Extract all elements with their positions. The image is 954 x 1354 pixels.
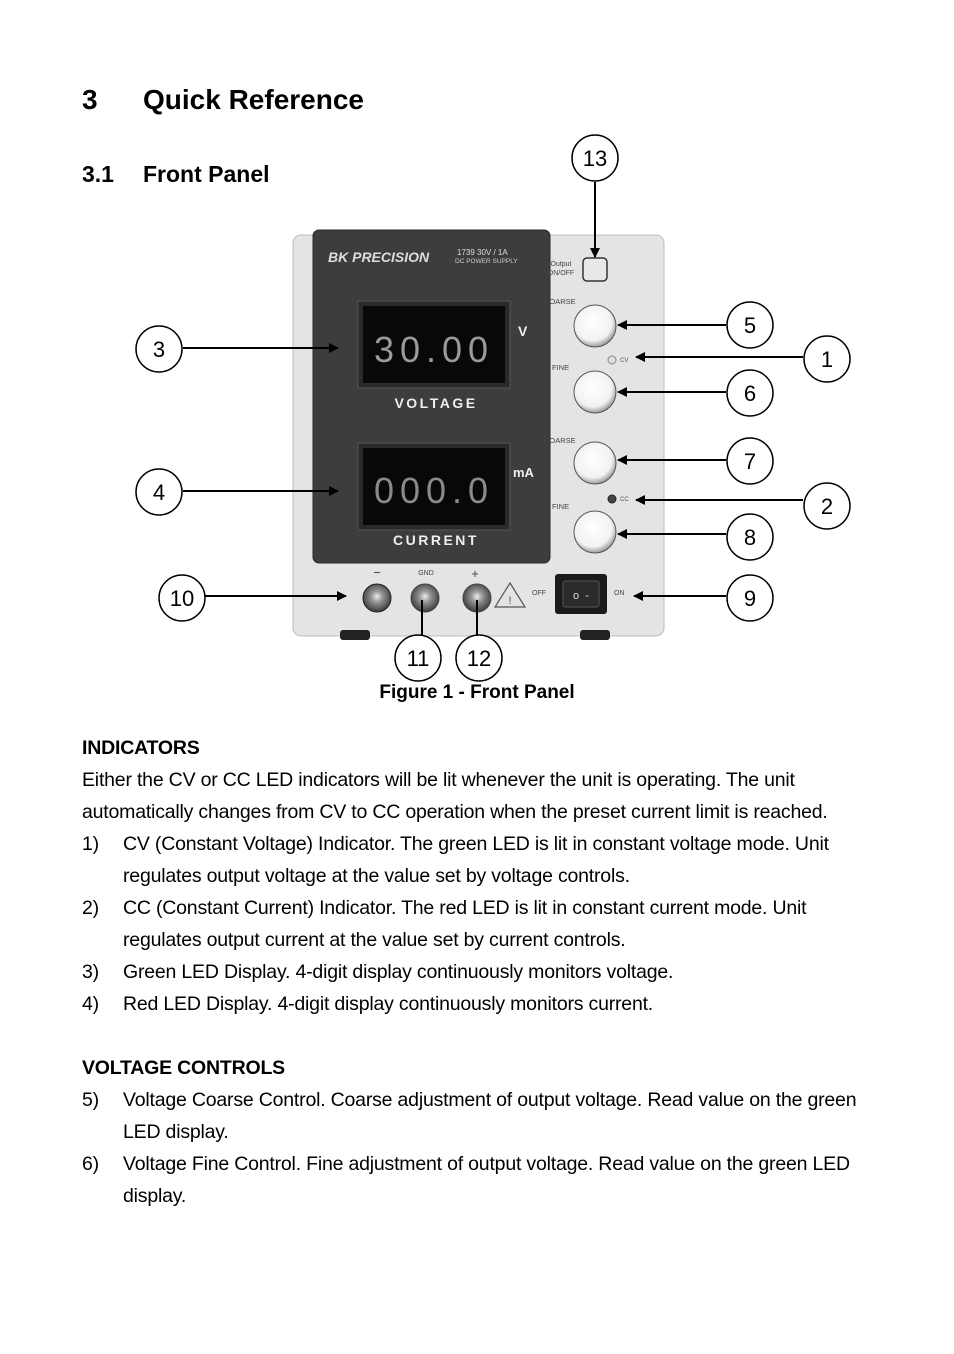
callout-3: 3 — [135, 325, 183, 373]
section-heading: 3 Quick Reference — [82, 84, 364, 116]
cc-led-label: CC — [620, 497, 629, 503]
callout-5: 5 — [726, 301, 774, 349]
callout-1: 1 — [803, 335, 851, 383]
output-on-off-button[interactable] — [582, 257, 608, 282]
callout-13: 13 — [571, 134, 619, 182]
svg-text:4: 4 — [153, 480, 165, 505]
callout-4: 4 — [135, 468, 183, 516]
model-sublabel: DC POWER SUPPLY — [455, 258, 518, 265]
list-item: 2) CC (Constant Current) Indicator. The r… — [82, 892, 882, 956]
list-item: 1) CV (Constant Voltage) Indicator. The g… — [82, 828, 882, 892]
list-text: Green LED Display. 4-digit display conti… — [123, 961, 674, 983]
negative-terminal[interactable] — [362, 583, 392, 613]
svg-text:3: 3 — [153, 337, 165, 362]
callout-10: 10 — [158, 574, 206, 622]
svg-text:!: ! — [508, 595, 511, 607]
svg-text:7: 7 — [744, 449, 756, 474]
terminal-gnd-label: GND — [418, 570, 434, 577]
terminal-plus-label: + — [471, 566, 479, 581]
section-number: 3 — [82, 84, 98, 115]
cv-led — [607, 355, 617, 365]
switch-off-label: OFF — [532, 590, 546, 597]
cc-led — [607, 494, 617, 504]
svg-text:2: 2 — [821, 494, 833, 519]
voltage-unit: V — [518, 323, 528, 339]
brand-logo: BK PRECISION — [328, 249, 430, 265]
terminal-minus-label: − — [373, 565, 381, 580]
svg-text:10: 10 — [170, 586, 194, 611]
output-label-line1: Output — [550, 261, 571, 268]
cv-led-label: CV — [620, 358, 628, 364]
list-text: Voltage Coarse Control. Coarse adjustmen… — [123, 1089, 857, 1143]
indicators-heading: INDICATORS — [82, 737, 200, 759]
indicators-section: INDICATORS Either the CV or CC LED indic… — [82, 732, 882, 1212]
current-fine-label: FINE — [552, 502, 569, 511]
svg-text:13: 13 — [583, 146, 607, 171]
callout-11: 11 — [394, 634, 442, 682]
list-item: 3) Green LED Display. 4-digit display con… — [82, 956, 882, 988]
svg-text:5: 5 — [744, 313, 756, 338]
power-switch-glyph: o - — [573, 590, 589, 602]
callout-8: 8 — [726, 513, 774, 561]
current-fine-knob[interactable] — [573, 510, 617, 554]
current-coarse-knob[interactable] — [573, 441, 617, 485]
section-title: Quick Reference — [143, 84, 364, 115]
list-number: 4) — [82, 993, 99, 1015]
svg-text:6: 6 — [744, 381, 756, 406]
svg-text:11: 11 — [407, 646, 430, 671]
figure-caption: Figure 1 - Front Panel — [379, 682, 575, 703]
front-panel-figure: BK PRECISION 1739 30V / 1A DC POWER SUPP… — [135, 134, 851, 682]
current-unit: mA — [513, 465, 535, 480]
voltage-readout: 30.00 — [374, 329, 494, 370]
current-coarse-label: COARSE — [544, 436, 576, 445]
model-label: 1739 30V / 1A — [457, 248, 508, 257]
list-number: 2) — [82, 897, 99, 919]
voltage-fine-label: FINE — [552, 363, 569, 372]
voltage-label: VOLTAGE — [394, 395, 477, 411]
list-number: 1) — [82, 833, 99, 855]
output-label-line2: ON/OFF — [548, 270, 574, 277]
callout-7: 7 — [726, 437, 774, 485]
callout-2: 2 — [803, 482, 851, 530]
indicators-intro: Either the CV or CC LED indicators will … — [82, 769, 828, 823]
callout-12: 12 — [455, 634, 503, 682]
gnd-terminal[interactable] — [410, 583, 440, 613]
voltage-coarse-label: COARSE — [544, 297, 576, 306]
svg-text:12: 12 — [467, 646, 491, 671]
list-item: 5) Voltage Coarse Control. Coarse adjustm… — [82, 1084, 882, 1148]
callout-9: 9 — [726, 574, 774, 622]
list-item: 4) Red LED Display. 4-digit display conti… — [82, 988, 882, 1020]
list-text: CC (Constant Current) Indicator. The red… — [123, 897, 807, 951]
device-foot — [340, 630, 370, 640]
voltage-controls-heading: VOLTAGE CONTROLS — [82, 1057, 285, 1079]
list-number: 6) — [82, 1153, 99, 1175]
callout-6: 6 — [726, 369, 774, 417]
device-foot — [580, 630, 610, 640]
svg-text:9: 9 — [744, 586, 756, 611]
current-readout: 000.0 — [374, 470, 494, 511]
voltage-fine-knob[interactable] — [573, 370, 617, 414]
list-number: 3) — [82, 961, 99, 983]
switch-on-label: ON — [614, 590, 625, 597]
svg-text:1: 1 — [821, 347, 833, 372]
list-text: CV (Constant Voltage) Indicator. The gre… — [123, 833, 829, 887]
list-text: Red LED Display. 4-digit display continu… — [123, 993, 654, 1015]
list-number: 5) — [82, 1089, 99, 1111]
svg-text:8: 8 — [744, 525, 756, 550]
list-item: 6) Voltage Fine Control. Fine adjustment … — [82, 1148, 882, 1212]
voltage-coarse-knob[interactable] — [573, 304, 617, 348]
current-label: CURRENT — [393, 532, 479, 548]
list-text: Voltage Fine Control. Fine adjustment of… — [123, 1153, 850, 1207]
